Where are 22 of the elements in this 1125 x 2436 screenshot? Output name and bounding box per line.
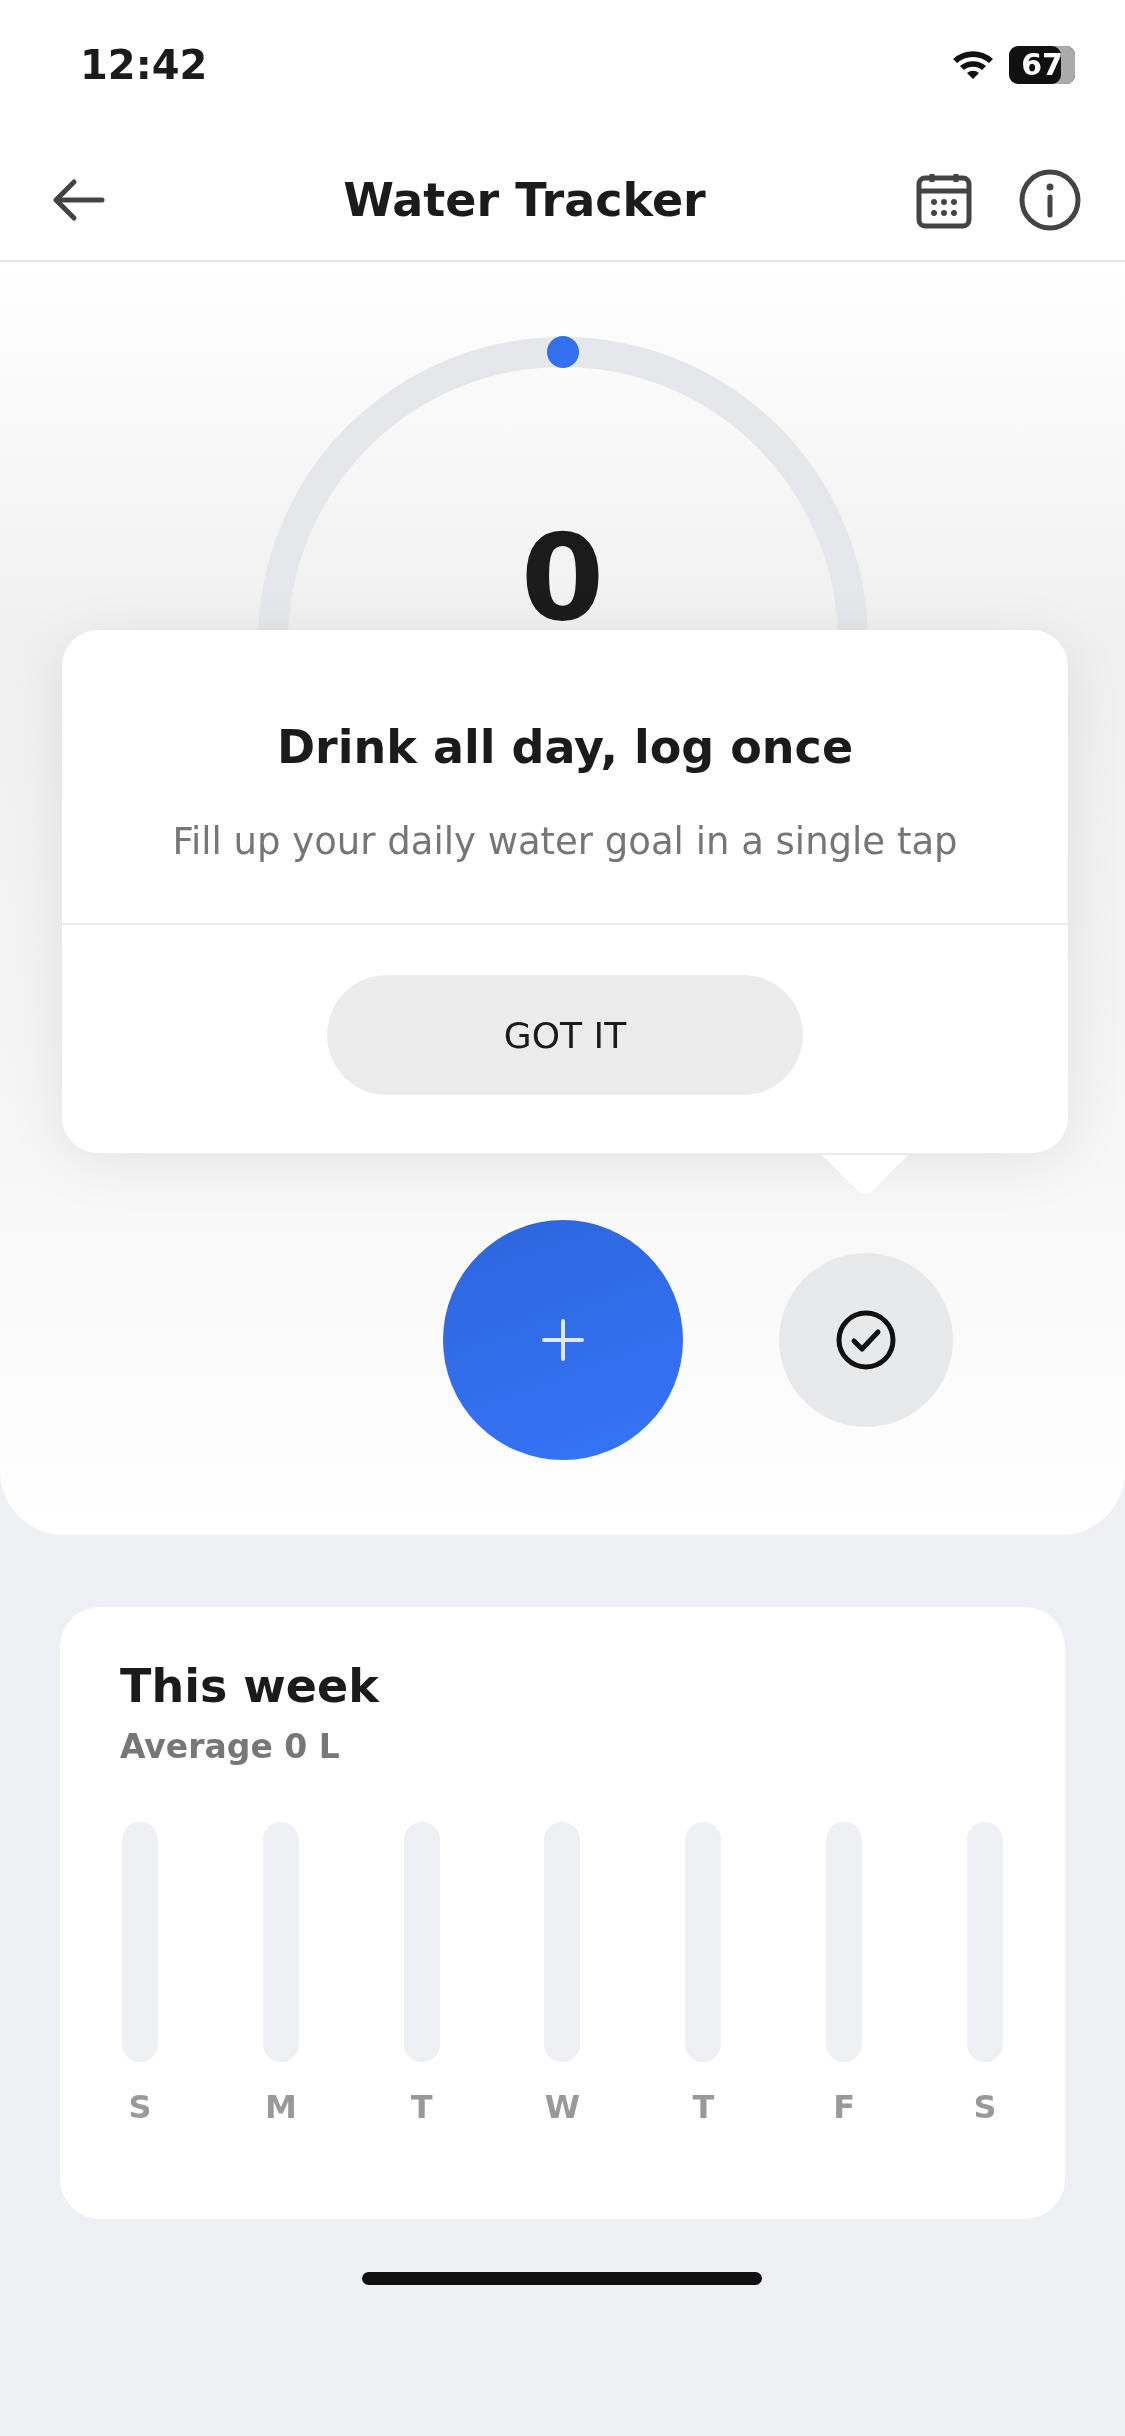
day-label: S <box>973 2088 997 2126</box>
screen-title: Water Tracker <box>342 173 707 227</box>
popover-title: Drink all day, log once <box>276 720 854 774</box>
intake-value: 0 <box>520 507 605 647</box>
battery-level: 67 <box>1009 46 1075 84</box>
day-label: W <box>544 2088 581 2126</box>
calendar-icon[interactable] <box>916 171 972 229</box>
got-it-button[interactable]: GOT IT <box>327 975 803 1095</box>
day-label: M <box>264 2088 297 2126</box>
week-average: Average 0 L <box>120 1727 341 1766</box>
status-time: 12:42 <box>80 42 208 88</box>
day-label: T <box>692 2088 715 2126</box>
progress-marker <box>546 336 579 368</box>
wifi-icon <box>951 48 995 82</box>
day-label: T <box>410 2088 433 2126</box>
check-circle-icon <box>834 1309 897 1371</box>
info-icon[interactable] <box>1019 169 1081 231</box>
week-title: This week <box>120 1659 381 1713</box>
day-label: S <box>128 2088 152 2126</box>
day-label: F <box>833 2088 856 2126</box>
popover-message: Fill up your daily water goal in a single tap <box>172 820 958 863</box>
plus-icon <box>539 1317 586 1363</box>
